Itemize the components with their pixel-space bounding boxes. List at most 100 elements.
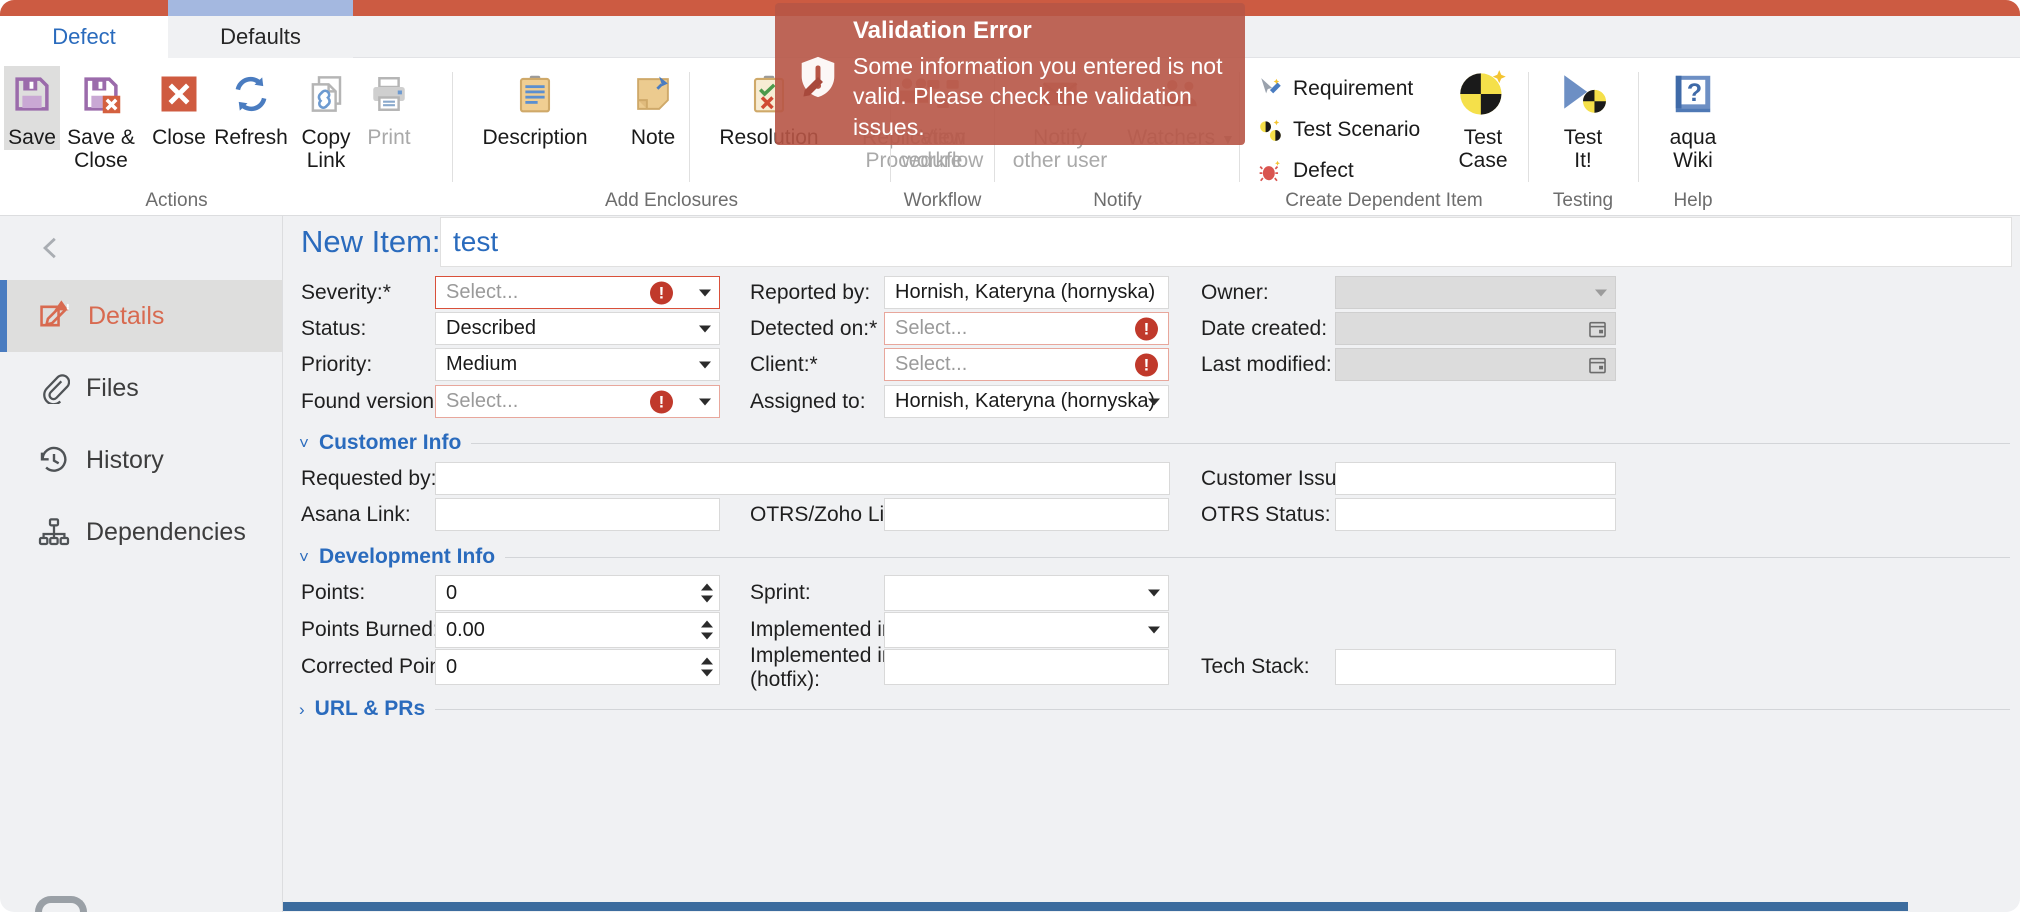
points-spinner-icon[interactable] — [701, 583, 713, 603]
implemented-in-select[interactable] — [884, 612, 1169, 648]
otrs-status-input[interactable] — [1335, 498, 1616, 531]
sidebar-item-history[interactable]: History — [0, 424, 282, 496]
section-development-info-rule — [505, 556, 2010, 558]
save-close-label: Save & Close — [67, 126, 135, 172]
defect-bug-icon — [1258, 158, 1284, 184]
section-development-info-title: Development Info — [318, 545, 496, 568]
refresh-button-label: Refresh — [214, 126, 288, 149]
severity-required-mark: * — [382, 281, 391, 304]
note-icon — [632, 66, 674, 122]
horizontal-scrollbar[interactable] — [283, 900, 2020, 912]
section-development-info[interactable]: ˅ Development Info — [299, 545, 2010, 569]
ribbon-group-dependent-label: Create Dependent Item — [1285, 190, 1483, 211]
points-stepper[interactable]: 0 — [435, 575, 720, 611]
detected-on-label-text: Detected on: — [750, 317, 870, 340]
client-error-icon: ! — [1135, 353, 1158, 376]
client-placeholder: Select... — [895, 353, 968, 375]
svg-text:?: ? — [1687, 79, 1702, 107]
save-and-close-button[interactable]: Save & Close — [62, 66, 140, 172]
found-version-label: Found version:* — [301, 390, 448, 414]
copy-link-button[interactable]: Copy Link — [292, 66, 360, 172]
sprint-caret-icon — [1148, 589, 1160, 597]
owner-select[interactable] — [1335, 276, 1616, 309]
sidebar-item-dependencies-label: Dependencies — [86, 517, 246, 546]
status-select[interactable]: Described — [435, 312, 720, 345]
sprint-select[interactable] — [884, 575, 1169, 611]
section-customer-info[interactable]: ˅ Customer Info — [299, 431, 2010, 455]
points-label: Points: — [301, 581, 365, 605]
implemented-in-hotfix-label: Implemented in (hotfix): — [750, 644, 894, 692]
refresh-button[interactable]: Refresh — [212, 66, 290, 150]
reported-by-input[interactable]: Hornish, Kateryna (hornyska) — [884, 276, 1169, 309]
chevron-right-icon: › — [299, 699, 305, 719]
ribbon-group-create-dependent: Create Dependent Item Requirement Test S… — [1240, 58, 1529, 216]
assigned-to-caret-icon — [1148, 398, 1160, 405]
tab-defaults-label: Defaults — [220, 24, 301, 49]
priority-label: Priority: — [301, 353, 372, 377]
chevron-left-icon — [38, 233, 64, 263]
item-title-value: test — [453, 226, 499, 257]
fields-grid: Severity:* Select... ! Status: Described… — [283, 270, 2020, 912]
last-modified-input[interactable] — [1335, 348, 1616, 381]
sidebar-item-dependencies[interactable]: Dependencies — [0, 496, 282, 568]
tab-defaults[interactable]: Defaults — [168, 16, 353, 58]
tab-defect[interactable]: Defect — [0, 16, 168, 58]
horizontal-scrollbar-thumb[interactable] — [283, 902, 1908, 911]
otrs-status-label-text: OTRS Status: — [1201, 503, 1331, 526]
ribbon-group-help-label: Help — [1673, 190, 1713, 211]
test-it-line2: It! — [1574, 148, 1592, 172]
validation-error-tooltip: Validation Error Some information you en… — [775, 3, 1245, 145]
create-defect-button[interactable]: Defect — [1258, 158, 1354, 184]
edit-warning-icon — [38, 299, 72, 333]
tech-stack-input[interactable] — [1335, 649, 1616, 685]
refresh-icon — [230, 66, 272, 122]
corrected-points-stepper[interactable]: 0 — [435, 649, 720, 685]
save-button[interactable]: Save — [4, 66, 60, 150]
item-title-input[interactable]: test — [440, 217, 2012, 267]
create-test-scenario-button[interactable]: Test Scenario — [1258, 117, 1420, 143]
test-it-line1: Test — [1563, 126, 1603, 149]
implemented-in-hotfix-input[interactable] — [884, 649, 1169, 685]
close-button[interactable]: Close — [148, 66, 210, 150]
test-it-button[interactable]: Test It! — [1544, 66, 1622, 172]
severity-select[interactable]: Select... ! — [435, 276, 720, 309]
requested-by-label: Requested by: — [301, 467, 436, 491]
points-burned-stepper[interactable]: 0.00 — [435, 612, 720, 648]
client-label: Client:* — [750, 353, 818, 377]
corrected-points-spinner-icon[interactable] — [701, 657, 713, 677]
priority-label-text: Priority: — [301, 353, 373, 376]
assigned-to-select[interactable]: Hornish, Kateryna (hornyska) — [884, 385, 1169, 418]
found-version-select[interactable]: Select... ! — [435, 385, 720, 418]
date-created-input[interactable] — [1335, 312, 1616, 345]
description-button[interactable]: Description — [459, 66, 611, 150]
tech-stack-label: Tech Stack: — [1201, 655, 1310, 679]
test-case-button[interactable]: Test Case — [1446, 66, 1520, 172]
print-button[interactable]: Print — [358, 66, 420, 150]
asana-link-label-text: Asana Link: — [301, 503, 411, 526]
client-input[interactable]: Select... ! — [884, 348, 1169, 381]
sidebar-collapse-button[interactable] — [0, 216, 282, 280]
sidebar-item-details[interactable]: Details — [0, 280, 282, 352]
asana-link-input[interactable] — [435, 498, 720, 531]
aqua-wiki-icon: ? — [1670, 66, 1716, 122]
ribbon-separator-0 — [689, 72, 690, 182]
create-requirement-button[interactable]: Requirement — [1258, 76, 1413, 102]
section-url-prs-title: URL & PRs — [314, 697, 426, 720]
requested-by-input[interactable] — [435, 462, 1170, 495]
sidebar-item-files[interactable]: Files — [0, 352, 282, 424]
save-icon — [11, 66, 53, 122]
sidebar-item-details-label: Details — [88, 301, 165, 330]
copy-link-icon — [305, 66, 347, 122]
detected-on-input[interactable]: Select... ! — [884, 312, 1169, 345]
customer-issue-id-input[interactable] — [1335, 462, 1616, 495]
note-button[interactable]: Note — [613, 66, 693, 150]
priority-select[interactable]: Medium — [435, 348, 720, 381]
print-button-label: Print — [367, 126, 411, 149]
implemented-in-caret-icon — [1148, 626, 1160, 634]
sprint-label: Sprint: — [750, 581, 811, 605]
otrs-zoho-link-input[interactable] — [884, 498, 1169, 531]
points-burned-spinner-icon[interactable] — [701, 620, 713, 640]
section-url-prs[interactable]: › URL & PRs — [299, 697, 2010, 721]
severity-caret-icon — [699, 289, 711, 296]
aqua-wiki-button[interactable]: ? aqua Wiki — [1654, 66, 1732, 172]
